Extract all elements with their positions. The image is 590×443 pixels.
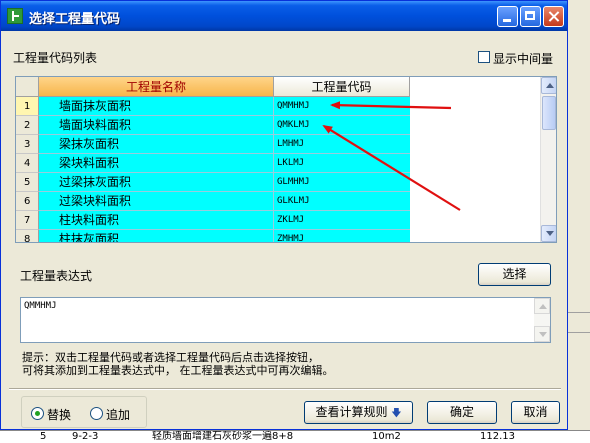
grid-scrollbar[interactable] [540,77,556,242]
quantity-name-cell[interactable]: 梁抹灰面积 [39,135,274,154]
row-number: 3 [16,135,39,154]
quantity-name-cell[interactable]: 梁块料面积 [39,154,274,173]
column-header-name[interactable]: 工程量名称 [39,77,274,97]
show-intermediate-label[interactable]: 显示中间量 [493,50,553,67]
select-quantity-code-dialog: 选择工程量代码 工程量代码列表 显示中间量 工程量名称 工程量代码 1 墙面抹灰面… [0,0,568,430]
expression-scroll-down[interactable] [534,326,550,342]
background-table-row: 5 9-2-3 轻质墙面增建石灰砂浆一遍8+8 10m2 112.13 [0,430,590,443]
expression-label: 工程量表达式 [20,269,93,283]
quantity-code-grid: 工程量名称 工程量代码 1 墙面抹灰面积 QMMHMJ 2 墙面块料面积 QMKLMJ 3 梁… [15,76,557,243]
mode-group: 替换 追加 [21,396,147,428]
background-row-desc: 轻质墙面增建石灰砂浆一遍8+8 [152,431,294,442]
quantity-code-cell[interactable]: LMHMJ [274,135,410,154]
table-row[interactable]: 2 墙面块料面积 QMKLMJ [16,116,410,135]
append-label[interactable]: 追加 [106,406,130,423]
table-row[interactable]: 4 梁块料面积 LKLMJ [16,154,410,173]
row-number: 8 [16,230,39,242]
title-bar[interactable]: 选择工程量代码 [1,1,567,31]
append-radio[interactable] [90,407,103,420]
replace-radio[interactable] [31,407,44,420]
maximize-button[interactable] [520,6,541,27]
table-row[interactable]: 8 柱抹灰面积 ZMHMJ [16,230,410,242]
row-number: 5 [16,173,39,192]
scroll-thumb[interactable] [542,96,556,130]
table-row[interactable]: 5 过梁抹灰面积 GLMHMJ [16,173,410,192]
table-row[interactable]: 3 梁抹灰面积 LMHMJ [16,135,410,154]
table-row[interactable]: 1 墙面抹灰面积 QMMHMJ [16,97,410,116]
ok-button[interactable]: 确定 [427,401,497,424]
table-row[interactable]: 6 过梁块料面积 GLKLMJ [16,192,410,211]
expression-value: QMMHMJ [24,301,57,311]
quantity-code-cell[interactable]: ZKLMJ [274,211,410,230]
quantity-code-cell[interactable]: GLKLMJ [274,192,410,211]
code-list-label: 工程量代码列表 [13,51,98,65]
quantity-code-cell[interactable]: LKLMJ [274,154,410,173]
quantity-name-cell[interactable]: 柱块料面积 [39,211,274,230]
expression-scroll-up[interactable] [534,298,550,314]
footer-divider [9,388,561,390]
background-row-code: 9-2-3 [72,431,99,442]
minimize-button[interactable] [497,6,518,27]
quantity-name-cell[interactable]: 墙面块料面积 [39,116,274,135]
background-row-number: 5 [40,431,47,442]
show-intermediate-checkbox[interactable] [478,51,490,63]
quantity-code-cell[interactable]: QMKLMJ [274,116,410,135]
view-rules-label: 查看计算规则 [315,405,388,419]
expression-textarea[interactable]: QMMHMJ [20,297,551,343]
column-header-code[interactable]: 工程量代码 [274,77,410,97]
quantity-code-cell[interactable]: GLMHMJ [274,173,410,192]
quantity-code-cell[interactable]: ZMHMJ [274,230,410,242]
background-row-value: 112.13 [480,431,515,442]
replace-label[interactable]: 替换 [47,406,71,423]
grid-corner-header [16,77,39,97]
background-window-edge [568,0,590,442]
view-rules-button[interactable]: 查看计算规则 🡇 [304,401,413,424]
quantity-name-cell[interactable]: 柱抹灰面积 [39,230,274,242]
row-number: 2 [16,116,39,135]
arrow-down-icon: 🡇 [391,408,402,419]
select-button[interactable]: 选择 [478,263,551,286]
quantity-name-cell[interactable]: 过梁抹灰面积 [39,173,274,192]
quantity-name-cell[interactable]: 过梁块料面积 [39,192,274,211]
row-number: 6 [16,192,39,211]
quantity-name-cell[interactable]: 墙面抹灰面积 [39,97,274,116]
close-button[interactable] [543,6,564,27]
scroll-up-button[interactable] [541,77,556,94]
background-row-unit: 10m2 [372,431,401,442]
row-number: 7 [16,211,39,230]
row-number: 1 [16,97,39,116]
expression-scrollbar[interactable] [534,298,550,342]
app-icon [7,8,23,24]
hint-line-2: 可将其添加到工程量表达式中， 在工程量表达式中可再次编辑。 [22,364,334,377]
table-row[interactable]: 7 柱块料面积 ZKLMJ [16,211,410,230]
scroll-down-button[interactable] [541,225,556,242]
cancel-button[interactable]: 取消 [511,401,560,424]
quantity-code-cell[interactable]: QMMHMJ [274,97,410,116]
row-number: 4 [16,154,39,173]
window-title: 选择工程量代码 [29,12,121,27]
